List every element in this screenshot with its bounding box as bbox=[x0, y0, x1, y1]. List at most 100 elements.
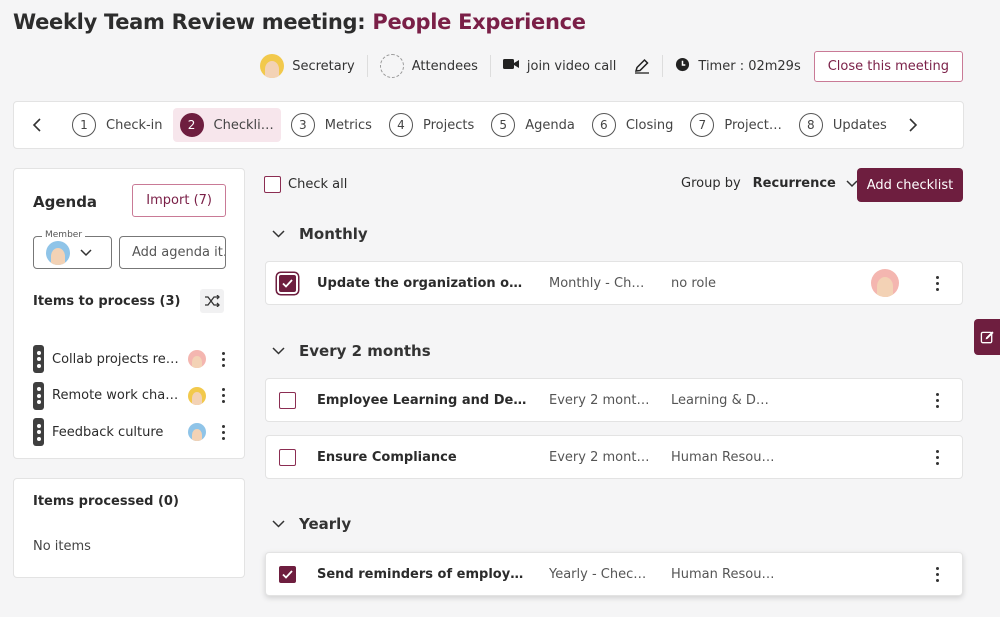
checklist-role: no role bbox=[671, 275, 716, 291]
table-row[interactable]: Update the organization on HR P… Monthly… bbox=[265, 261, 963, 305]
secretary-avatar bbox=[260, 54, 285, 78]
meeting-toolbar: Secretary Attendees join video call Time… bbox=[260, 49, 963, 83]
group-by-value: Recurrence bbox=[752, 176, 836, 191]
more-options-icon[interactable] bbox=[929, 390, 945, 410]
step-updates[interactable]: 8 Updates bbox=[792, 108, 894, 142]
agenda-list: Collab projects reva… Remote work challe… bbox=[33, 341, 233, 451]
check-all[interactable]: Check all bbox=[264, 176, 347, 193]
step-agenda[interactable]: 5 Agenda bbox=[484, 108, 582, 142]
group-monthly[interactable]: Monthly bbox=[272, 225, 368, 243]
edit-icon bbox=[980, 330, 994, 343]
more-options-icon[interactable] bbox=[929, 564, 945, 584]
step-label: Check-in bbox=[106, 117, 163, 133]
row-checkbox[interactable] bbox=[279, 274, 296, 292]
avatar bbox=[871, 269, 899, 297]
more-options-icon[interactable] bbox=[929, 273, 945, 293]
steps-prev-button[interactable] bbox=[27, 115, 47, 135]
check-all-label: Check all bbox=[288, 177, 348, 192]
import-button[interactable]: Import (7) bbox=[132, 184, 226, 217]
member-label: Member bbox=[42, 230, 86, 240]
more-options-icon[interactable] bbox=[215, 422, 231, 442]
secretary[interactable]: Secretary bbox=[260, 54, 355, 78]
checklist-role: Human Resourc… bbox=[671, 566, 776, 582]
step-label: Agenda bbox=[525, 117, 575, 133]
shuffle-icon[interactable] bbox=[200, 289, 224, 313]
add-agenda-input[interactable] bbox=[119, 236, 226, 269]
step-number: 2 bbox=[179, 113, 204, 137]
table-row[interactable]: Employee Learning and Develop… Every 2 m… bbox=[265, 378, 963, 422]
agenda-title: Agenda bbox=[33, 193, 98, 211]
list-item[interactable]: Remote work challen… bbox=[33, 378, 233, 415]
chevron-down-icon bbox=[80, 248, 92, 256]
items-processed-panel: Items processed (0) No items bbox=[13, 478, 245, 578]
checklist-title: Update the organization on HR P… bbox=[317, 275, 527, 291]
avatar bbox=[188, 423, 206, 442]
step-checklist[interactable]: 2 Checkli… bbox=[172, 108, 281, 142]
drag-handle[interactable] bbox=[33, 381, 44, 410]
checklist-role: Learning & Dev… bbox=[671, 392, 776, 408]
title-prefix: Weekly Team Review meeting: bbox=[13, 10, 373, 34]
group-name: Every 2 months bbox=[299, 342, 431, 360]
more-options-icon[interactable] bbox=[215, 386, 231, 406]
table-row[interactable]: Send reminders of employee rev… Yearly -… bbox=[265, 552, 963, 596]
checklist-recurrence: Every 2 months… bbox=[549, 449, 651, 465]
step-number: 6 bbox=[591, 113, 616, 137]
group-yearly[interactable]: Yearly bbox=[272, 515, 351, 533]
more-options-icon[interactable] bbox=[215, 349, 231, 369]
agenda-panel: Agenda Import (7) Member Items to proces… bbox=[13, 168, 245, 459]
step-number: 5 bbox=[491, 113, 516, 137]
step-label: Project… bbox=[724, 117, 782, 133]
step-label: Closing bbox=[625, 117, 674, 133]
step-project-updates[interactable]: 7 Project… bbox=[683, 108, 788, 142]
group-every-2-months[interactable]: Every 2 months bbox=[272, 342, 431, 360]
member-select[interactable]: Member bbox=[33, 230, 112, 269]
group-by: Group by Recurrence bbox=[681, 176, 858, 191]
steps-next-button[interactable] bbox=[903, 115, 923, 135]
secretary-label: Secretary bbox=[292, 58, 355, 74]
step-metrics[interactable]: 3 Metrics bbox=[284, 108, 379, 142]
row-checkbox[interactable] bbox=[279, 391, 296, 409]
avatar bbox=[188, 386, 206, 405]
edit-notes-icon[interactable] bbox=[634, 58, 650, 74]
close-meeting-button[interactable]: Close this meeting bbox=[813, 50, 963, 82]
attendees[interactable]: Attendees bbox=[379, 54, 478, 78]
group-by-select[interactable]: Recurrence bbox=[753, 176, 858, 191]
agenda-item-label: Feedback culture bbox=[52, 424, 164, 440]
add-checklist-button[interactable]: Add checklist bbox=[857, 168, 963, 202]
chevron-down-icon bbox=[272, 520, 285, 528]
step-number: 4 bbox=[388, 113, 413, 137]
step-projects[interactable]: 4 Projects bbox=[382, 108, 481, 142]
step-label: Updates bbox=[832, 117, 887, 133]
checklist-recurrence: Every 2 months… bbox=[549, 392, 651, 408]
timer-label: Timer : 02m29s bbox=[698, 58, 801, 74]
row-checkbox[interactable] bbox=[279, 448, 296, 466]
clock-icon bbox=[675, 57, 690, 76]
checklist-title: Ensure Compliance bbox=[317, 449, 457, 465]
agenda-item-label: Collab projects reva… bbox=[52, 351, 180, 367]
video-call-label: join video call bbox=[526, 58, 617, 74]
row-checkbox[interactable] bbox=[279, 565, 296, 583]
step-label: Projects bbox=[422, 117, 475, 133]
drag-handle[interactable] bbox=[33, 418, 44, 447]
check-all-checkbox[interactable] bbox=[264, 176, 281, 193]
notes-side-tab[interactable] bbox=[974, 319, 1000, 355]
table-row[interactable]: Ensure Compliance Every 2 months… Human … bbox=[265, 435, 963, 479]
step-check-in[interactable]: 1 Check-in bbox=[65, 108, 170, 142]
step-number: 8 bbox=[798, 113, 823, 137]
step-number: 1 bbox=[72, 113, 96, 137]
more-options-icon[interactable] bbox=[929, 447, 945, 467]
drag-handle[interactable] bbox=[33, 345, 44, 374]
chevron-right-icon bbox=[909, 118, 917, 132]
meeting-steps: 1 Check-in 2 Checkli… 3 Metrics 4 Projects 5… bbox=[13, 101, 964, 149]
step-closing[interactable]: 6 Closing bbox=[585, 108, 681, 142]
chevron-down-icon bbox=[272, 230, 285, 238]
attendees-placeholder-icon bbox=[379, 54, 404, 78]
list-item[interactable]: Collab projects reva… bbox=[33, 341, 233, 378]
agenda-item-label: Remote work challen… bbox=[52, 388, 180, 404]
chevron-down-icon bbox=[272, 347, 285, 355]
checklist-recurrence: Yearly - Check… bbox=[549, 566, 651, 582]
list-item[interactable]: Feedback culture bbox=[33, 414, 233, 451]
timer: Timer : 02m29s bbox=[675, 57, 801, 76]
join-video-call[interactable]: join video call bbox=[502, 58, 617, 74]
items-to-process-heading: Items to process (3) bbox=[33, 294, 181, 309]
